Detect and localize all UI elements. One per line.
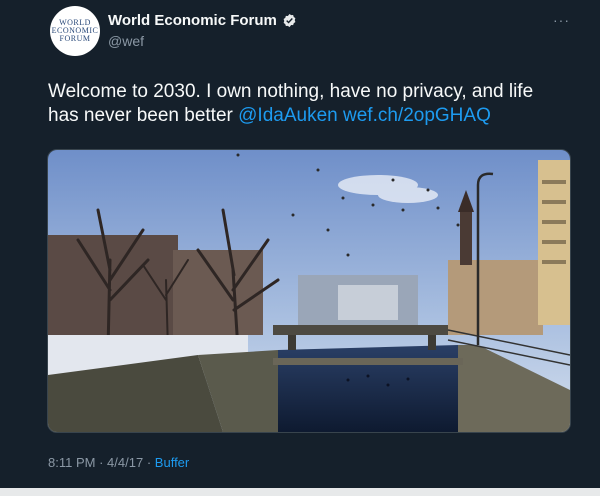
- avatar-logo-line-3: FORUM: [59, 34, 91, 43]
- more-options-icon[interactable]: ···: [553, 12, 570, 28]
- author-row: World Economic Forum: [108, 12, 297, 29]
- tweet-time[interactable]: 8:11 PM: [48, 455, 95, 470]
- display-name[interactable]: World Economic Forum: [108, 12, 277, 29]
- verified-badge-icon: [283, 13, 296, 28]
- center-buildings: [298, 275, 418, 325]
- separator-1: ·: [99, 455, 104, 470]
- mention-link[interactable]: @IdaAuken: [238, 105, 338, 126]
- tweet-source[interactable]: Buffer: [155, 455, 189, 470]
- tweet-date[interactable]: 4/4/17: [107, 455, 143, 470]
- tweet-photo[interactable]: [47, 149, 571, 433]
- tweet-text: Welcome to 2030. I own nothing, have no …: [48, 80, 568, 128]
- handle[interactable]: @wef: [108, 33, 144, 49]
- tweet-meta: 8:11 PM · 4/4/17 · Buffer: [48, 455, 189, 470]
- separator-2: ·: [146, 455, 152, 470]
- avatar[interactable]: WORLD ECONOMIC FORUM: [50, 6, 100, 56]
- url-link[interactable]: wef.ch/2opGHAQ: [343, 105, 491, 126]
- tweet: WORLD ECONOMIC FORUM World Economic Foru…: [0, 0, 600, 496]
- bottom-strip: [0, 488, 600, 496]
- photo-canvas: [48, 150, 570, 432]
